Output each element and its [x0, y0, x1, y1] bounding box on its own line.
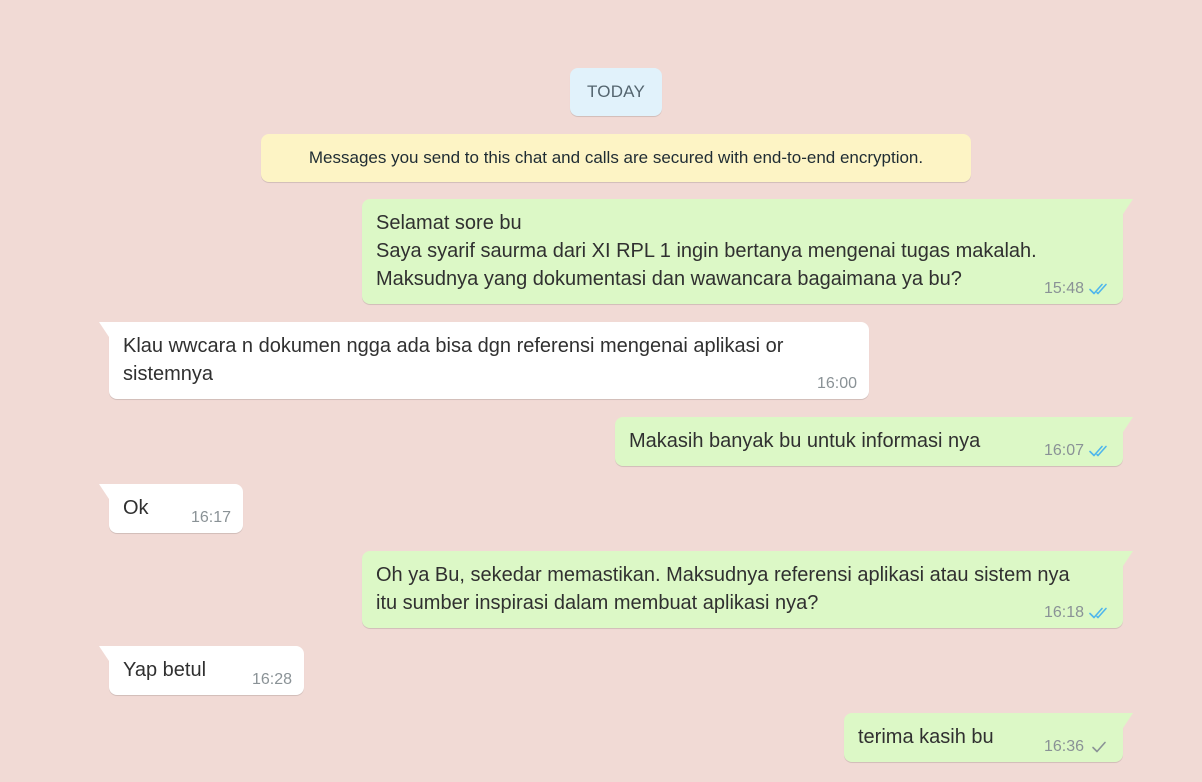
message-text: terima kasih bu [858, 726, 994, 748]
double-check-read-icon [1089, 607, 1107, 619]
message-text: Selamat sore bu Saya syarif saurma dari … [376, 212, 1037, 290]
message-text: Oh ya Bu, sekedar memastikan. Maksudnya … [376, 564, 1070, 614]
message-text: Ok [123, 497, 149, 519]
message-bubble-outgoing[interactable]: Selamat sore bu Saya syarif saurma dari … [362, 199, 1133, 304]
message-text: Yap betul [123, 659, 207, 681]
message-bubble-incoming[interactable]: Klau wwcara n dokumen ngga ada bisa dgn … [99, 322, 869, 399]
double-check-read-icon [1089, 283, 1107, 295]
date-separator-label: TODAY [587, 82, 645, 101]
message-time: 16:28 [251, 671, 292, 688]
message-time: 16:07 [1043, 442, 1084, 459]
message-text: Makasih banyak bu untuk informasi nya [629, 430, 981, 452]
message-meta: 16:17 [191, 509, 231, 527]
message-meta: 15:48 [1044, 280, 1111, 298]
message-bubble-outgoing[interactable]: Makasih banyak bu untuk informasi nya 16… [615, 417, 1133, 466]
message-time: 16:18 [1043, 604, 1084, 621]
encryption-notice-text: Messages you send to this chat and calls… [308, 148, 924, 167]
message-meta: 16:00 [817, 375, 857, 393]
single-check-sent-icon [1092, 741, 1106, 753]
encryption-notice[interactable]: Messages you send to this chat and calls… [261, 134, 971, 182]
message-bubble-outgoing[interactable]: terima kasih bu 16:36 [844, 713, 1133, 762]
message-text: Klau wwcara n dokumen ngga ada bisa dgn … [123, 335, 784, 385]
message-time: 16:00 [816, 375, 857, 392]
chat-pane[interactable]: TODAY Messages you send to this chat and… [0, 0, 1202, 782]
message-bubble-incoming[interactable]: Yap betul 16:28 [99, 646, 304, 695]
message-time: 15:48 [1043, 280, 1084, 297]
message-time: 16:17 [190, 509, 231, 526]
message-meta: 16:28 [252, 671, 292, 689]
date-separator: TODAY [570, 68, 662, 116]
double-check-read-icon [1089, 445, 1107, 457]
message-bubble-outgoing[interactable]: Oh ya Bu, sekedar memastikan. Maksudnya … [362, 551, 1133, 628]
message-meta: 16:36 [1044, 738, 1111, 756]
message-time: 16:36 [1043, 738, 1084, 755]
message-bubble-incoming[interactable]: Ok 16:17 [99, 484, 243, 533]
message-meta: 16:18 [1044, 604, 1111, 622]
message-meta: 16:07 [1044, 442, 1111, 460]
